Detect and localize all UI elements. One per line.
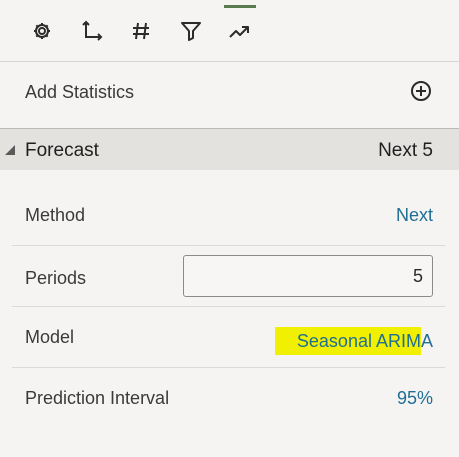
method-label: Method — [25, 205, 86, 225]
periods-input[interactable] — [183, 255, 433, 297]
add-statistics-row[interactable]: Add Statistics — [0, 62, 459, 126]
prediction-interval-value[interactable]: 95% — [397, 388, 433, 409]
collapse-triangle-icon — [5, 145, 15, 155]
model-label: Model — [25, 327, 75, 347]
gear-icon — [34, 23, 50, 39]
forecast-section-header[interactable]: Forecast Next 5 — [0, 128, 459, 170]
settings-tool[interactable] — [26, 14, 58, 48]
method-value[interactable]: Next — [396, 205, 433, 226]
forecast-title: Forecast — [25, 140, 99, 161]
axes-icon — [82, 20, 103, 41]
filter-icon — [181, 22, 201, 41]
trend-tool[interactable] — [224, 5, 256, 48]
toolbar — [0, 0, 459, 62]
method-row: Method Next — [0, 185, 459, 246]
add-statistics-button[interactable] — [409, 79, 433, 103]
add-circle-icon — [411, 81, 431, 101]
model-value-rest: A — [420, 331, 433, 351]
hash-icon — [133, 22, 149, 40]
model-value[interactable]: Seasonal ARIMA — [274, 327, 433, 355]
add-statistics-label: Add Statistics — [25, 82, 135, 102]
axes-tool[interactable] — [76, 14, 108, 48]
filter-tool[interactable] — [175, 14, 207, 48]
forecast-summary: Next 5 — [378, 140, 433, 161]
periods-label: Periods — [25, 268, 87, 288]
hash-tool[interactable] — [125, 14, 157, 48]
trend-icon — [229, 26, 249, 38]
model-value-highlighted: Seasonal ARIM — [274, 327, 421, 355]
prediction-interval-row: Prediction Interval 95% — [0, 368, 459, 448]
prediction-interval-label: Prediction Interval — [25, 388, 170, 408]
